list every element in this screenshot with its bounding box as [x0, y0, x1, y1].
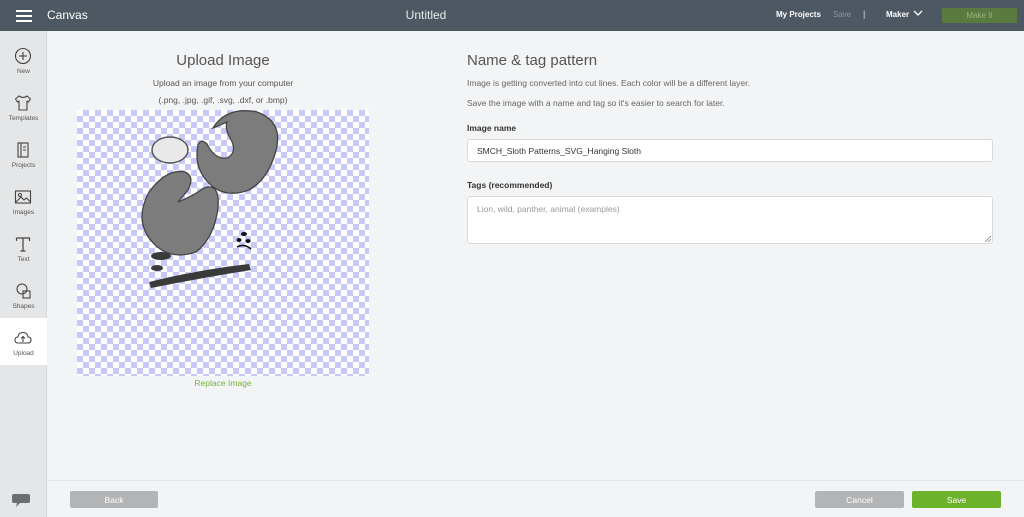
- form-title: Name & tag pattern: [467, 52, 598, 69]
- upload-subtitle: Upload an image from your computer: [152, 78, 294, 88]
- sidebar-item-label: Templates: [8, 115, 39, 122]
- image-name-label: Image name: [467, 123, 517, 133]
- sidebar-item-projects[interactable]: Projects: [0, 130, 47, 177]
- chat-bubble-icon[interactable]: [11, 492, 31, 510]
- document-title[interactable]: Untitled: [0, 8, 852, 22]
- make-it-button[interactable]: Make It: [942, 8, 1017, 23]
- tags-input[interactable]: [467, 196, 993, 244]
- tags-label: Tags (recommended): [467, 180, 553, 190]
- sidebar-item-label: Shapes: [12, 303, 35, 310]
- cloud-upload-icon: [14, 331, 32, 344]
- sidebar-item-images[interactable]: Images: [0, 177, 47, 224]
- sidebar-item-new[interactable]: New: [0, 36, 47, 83]
- replace-image-link[interactable]: Replace Image: [77, 378, 369, 388]
- sidebar-item-templates[interactable]: Templates: [0, 83, 47, 130]
- image-icon: [14, 190, 32, 204]
- plus-circle-icon: [14, 47, 32, 65]
- sidebar-item-label: Upload: [13, 350, 34, 357]
- upload-file-types: (.png, .jpg, .gif, .svg, .dxf, or .bmp): [158, 95, 288, 105]
- sloth-pattern-image: [141, 110, 279, 288]
- cancel-button[interactable]: Cancel: [815, 491, 904, 508]
- top-save-link[interactable]: Save: [833, 10, 851, 19]
- sidebar-item-label: Projects: [11, 162, 36, 169]
- sidebar-item-text[interactable]: Text: [0, 224, 47, 271]
- sidebar-item-upload[interactable]: Upload: [0, 318, 47, 365]
- text-t-icon: [15, 237, 31, 252]
- save-button[interactable]: Save: [912, 491, 1001, 508]
- resize-grip-icon[interactable]: [984, 235, 991, 242]
- form-description-cut-lines: Image is getting converted into cut line…: [467, 78, 750, 88]
- chevron-down-icon[interactable]: [913, 9, 923, 17]
- form-description-save: Save the image with a name and tag so it…: [467, 98, 725, 108]
- separator: |: [863, 9, 866, 19]
- sidebar-item-label: Images: [12, 209, 35, 216]
- my-projects-link[interactable]: My Projects: [776, 10, 821, 19]
- sidebar-item-label: New: [16, 68, 30, 75]
- book-icon: [17, 142, 29, 158]
- tshirt-icon: [14, 95, 32, 111]
- shapes-icon: [16, 283, 31, 299]
- image-preview: [77, 110, 369, 376]
- upload-title: Upload Image: [176, 52, 270, 69]
- top-bar: Canvas Untitled My Projects Save | Maker…: [0, 0, 1024, 31]
- sidebar-item-label: Text: [17, 256, 30, 263]
- back-button[interactable]: Back: [70, 491, 158, 508]
- machine-selector[interactable]: Maker: [886, 10, 909, 19]
- left-sidebar: New Templates Projects Images Text Shape…: [0, 31, 47, 517]
- sidebar-item-shapes[interactable]: Shapes: [0, 271, 47, 318]
- image-name-input[interactable]: [467, 139, 993, 162]
